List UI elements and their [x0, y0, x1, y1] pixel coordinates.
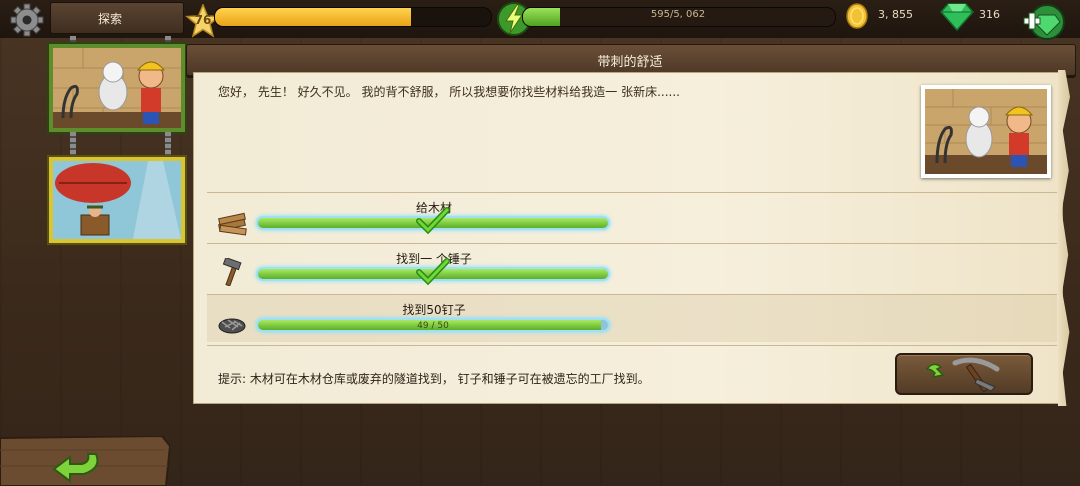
check-icon [416, 258, 450, 286]
settings-gear-icon[interactable] [10, 3, 44, 37]
quest-scene-image [53, 48, 181, 128]
quest-title: 带刺的舒适 [597, 55, 663, 70]
coin-icon [846, 3, 868, 29]
quest-portrait [921, 85, 1051, 178]
task-label: 找到50钉子 [402, 303, 466, 317]
task-count: 49 / 50 [417, 321, 449, 331]
quest-portrait-image [925, 89, 1047, 174]
quest-story-text: 您好， 先生！ 好久不见。 我的背不舒服， 所以我想要你找些材料给我造一 张新床… [218, 85, 680, 99]
pickaxe-arrow-icon [925, 357, 1000, 393]
go-to-mine-button[interactable] [895, 353, 1033, 395]
quest-thumbnail[interactable] [49, 157, 185, 243]
balloon-scene-image [53, 161, 181, 239]
check-icon [416, 207, 450, 235]
hammer-icon [222, 258, 242, 286]
explore-tab[interactable]: 探索 [50, 2, 184, 34]
add-gems-button[interactable] [1022, 2, 1068, 42]
xp-bar-fill [215, 8, 411, 26]
quest-thumbnail-selected[interactable] [49, 44, 185, 132]
divider [207, 192, 1057, 193]
energy-value: 595/5, 062 [650, 9, 706, 20]
coin-count: 3, 855 [878, 8, 913, 21]
gem-count: 316 [979, 8, 1000, 21]
divider [207, 243, 1057, 244]
gem-icon [940, 3, 974, 31]
chain [165, 132, 171, 158]
wood-planks-icon [218, 212, 247, 236]
xp-bar [214, 7, 492, 27]
back-button[interactable] [0, 436, 170, 486]
quest-hint: 提示: 木材可在木材仓库或废弃的隧道找到， 钉子和锤子可在被遗忘的工厂找到。 [218, 372, 650, 386]
divider [207, 345, 1057, 346]
chain [70, 132, 76, 158]
divider [207, 294, 1057, 295]
nails-icon [218, 318, 246, 334]
